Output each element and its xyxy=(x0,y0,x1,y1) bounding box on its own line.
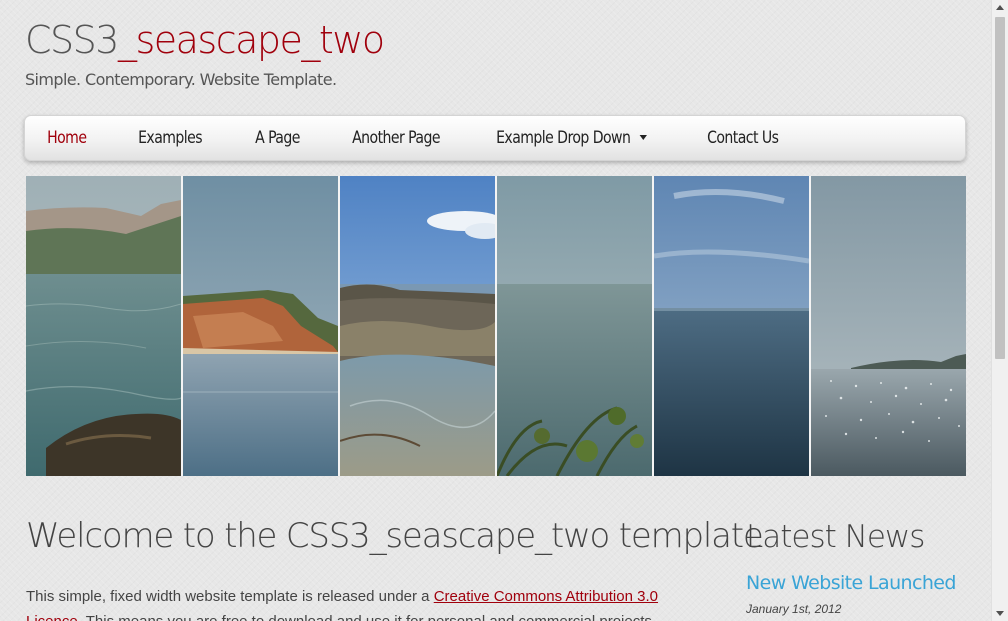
menu-item-examples[interactable]: Examples xyxy=(116,116,224,160)
content-text-after-link: . This means you are free to download an… xyxy=(78,613,656,621)
content-text-before-link: This simple, fixed width website templat… xyxy=(26,588,434,605)
logo-accent: _seascape_two xyxy=(117,18,385,62)
scroll-down-arrow-icon[interactable] xyxy=(996,611,1004,616)
menu-item-example-drop-down-label: Example Drop Down xyxy=(495,128,631,148)
menu-item-contact-us[interactable]: Contact Us xyxy=(685,116,800,160)
scroll-up-arrow-icon[interactable] xyxy=(996,5,1004,10)
banner-slideshow xyxy=(26,176,966,476)
banner-image-rocky-shore xyxy=(340,176,497,476)
banner-image-red-cliff-bay xyxy=(183,176,340,476)
content-paragraph: This simple, fixed width website templat… xyxy=(26,584,706,621)
scrollbar-thumb[interactable] xyxy=(995,17,1005,359)
dropdown-caret-icon xyxy=(639,134,647,140)
site-slogan: Simple. Contemporary. Website Template. xyxy=(25,70,337,89)
banner-image-calm-sea-horizon xyxy=(497,176,654,476)
news-item-date: January 1st, 2012 xyxy=(746,602,842,616)
menu-bar: Home Examples A Page Another Page Exampl… xyxy=(24,115,966,161)
sidebar-title: Latest News xyxy=(746,519,925,555)
vertical-scrollbar[interactable] xyxy=(991,0,1008,621)
menu-item-a-page[interactable]: A Page xyxy=(233,116,322,160)
banner-image-sparkling-sea-headland xyxy=(811,176,966,476)
site-logo[interactable]: CSS3_seascape_two xyxy=(25,14,385,66)
banner-image-coastline-cliffs xyxy=(26,176,183,476)
banner-image-dark-sea-horizon xyxy=(654,176,811,476)
menu-item-another-page[interactable]: Another Page xyxy=(330,116,462,160)
content-title: Welcome to the CSS3_seascape_two templat… xyxy=(26,516,764,556)
page: CSS3_seascape_two Simple. Contemporary. … xyxy=(0,0,991,621)
menu-item-example-drop-down[interactable]: Example Drop Down xyxy=(474,116,669,160)
menu-item-home[interactable]: Home xyxy=(25,116,109,160)
logo-prefix: CSS3 xyxy=(25,18,119,62)
news-item-link[interactable]: New Website Launched xyxy=(746,572,956,594)
